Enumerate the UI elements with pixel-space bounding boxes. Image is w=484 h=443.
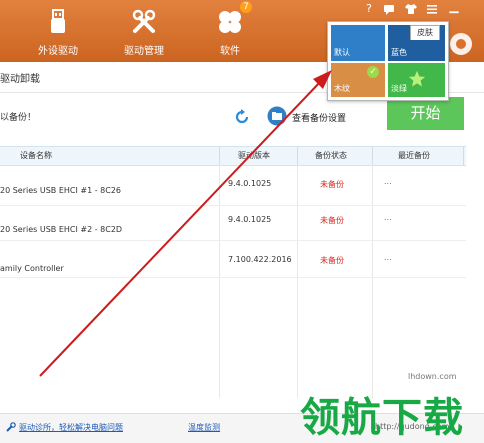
skin-tile-label: 默认 <box>334 48 350 57</box>
table-row[interactable]: amily Controller 7.100.422.2016 未备份 ... <box>0 241 466 278</box>
help-icon[interactable]: ? <box>363 3 375 15</box>
nav-label: 驱动管理 <box>124 46 164 57</box>
column-divider <box>219 147 220 165</box>
tools-icon <box>132 9 156 33</box>
nav-label: 软件 <box>220 46 240 57</box>
driver-version: 9.4.0.1025 <box>228 215 272 224</box>
gear-icon <box>450 33 472 55</box>
selected-check-icon: ✓ <box>367 66 379 78</box>
table-header: 设备名称 驱动版本 备份状态 最近备份 <box>0 146 466 166</box>
minimize-icon[interactable] <box>447 2 461 16</box>
driver-version: 7.100.422.2016 <box>228 255 292 264</box>
start-button[interactable]: 开始 <box>387 97 464 130</box>
column-divider <box>463 147 464 165</box>
nav-driver-management[interactable]: 驱动管理 <box>122 0 166 62</box>
driver-clinic-link[interactable]: 驱动诊所，轻松解决电脑问题 <box>19 422 123 433</box>
usb-icon <box>51 9 65 33</box>
column-divider <box>297 147 298 165</box>
column-header: 驱动版本 <box>238 151 270 160</box>
skin-tab[interactable]: 皮肤 <box>410 25 440 40</box>
watermark-site: lhdown.com <box>408 372 457 381</box>
skin-tile-label: 淡绿 <box>391 84 407 93</box>
column-header: 备份状态 <box>315 151 347 160</box>
menu-icon[interactable] <box>426 3 438 15</box>
device-name: 20 Series USB EHCI #2 - 8C2D <box>0 225 123 234</box>
last-backup: ... <box>384 177 392 186</box>
chat-icon[interactable] <box>383 3 395 15</box>
nav-external-drivers[interactable]: 外设驱动 <box>38 0 78 62</box>
backup-status: 未备份 <box>320 216 344 225</box>
view-backup-settings-link[interactable]: 查看备份设置 <box>292 111 346 124</box>
driver-version: 9.4.0.1025 <box>228 179 272 188</box>
skin-tile-light-green[interactable]: 淡绿 <box>388 63 445 97</box>
skin-tile-label: 蓝色 <box>391 48 407 57</box>
device-name: 20 Series USB EHCI #1 - 8C26 <box>0 186 122 195</box>
wrench-icon <box>6 422 16 432</box>
backup-status: 未备份 <box>320 180 344 189</box>
skin-tile-label: 木纹 <box>334 84 350 93</box>
table-row[interactable]: 20 Series USB EHCI #1 - 8C26 9.4.0.1025 … <box>0 165 466 206</box>
folder-icon[interactable] <box>267 106 287 126</box>
temperature-monitor-link[interactable]: 温度监测 <box>188 422 220 433</box>
last-backup: ... <box>384 213 392 222</box>
device-name: amily Controller <box>0 264 64 273</box>
apps-icon <box>219 11 241 33</box>
nav-software[interactable]: 7 软件 <box>210 0 252 62</box>
nav-label: 外设驱动 <box>38 46 78 57</box>
backup-status: 未备份 <box>320 256 344 265</box>
shirt-icon[interactable] <box>405 3 417 15</box>
update-count-badge: 7 <box>240 1 252 13</box>
column-divider <box>372 147 373 165</box>
star-icon <box>408 70 426 87</box>
table-row[interactable]: 20 Series USB EHCI #2 - 8C2D 9.4.0.1025 … <box>0 206 466 241</box>
last-backup: ... <box>384 253 392 262</box>
refresh-icon[interactable] <box>234 109 250 125</box>
watermark: 领航下载 <box>300 394 464 441</box>
page-title: 驱动卸载 <box>0 74 40 85</box>
column-header: 最近备份 <box>398 151 430 160</box>
skin-tile-default[interactable]: 默认 <box>331 25 385 61</box>
backup-notice: 以备份！ <box>0 113 37 123</box>
column-header: 设备名称 <box>20 151 52 160</box>
